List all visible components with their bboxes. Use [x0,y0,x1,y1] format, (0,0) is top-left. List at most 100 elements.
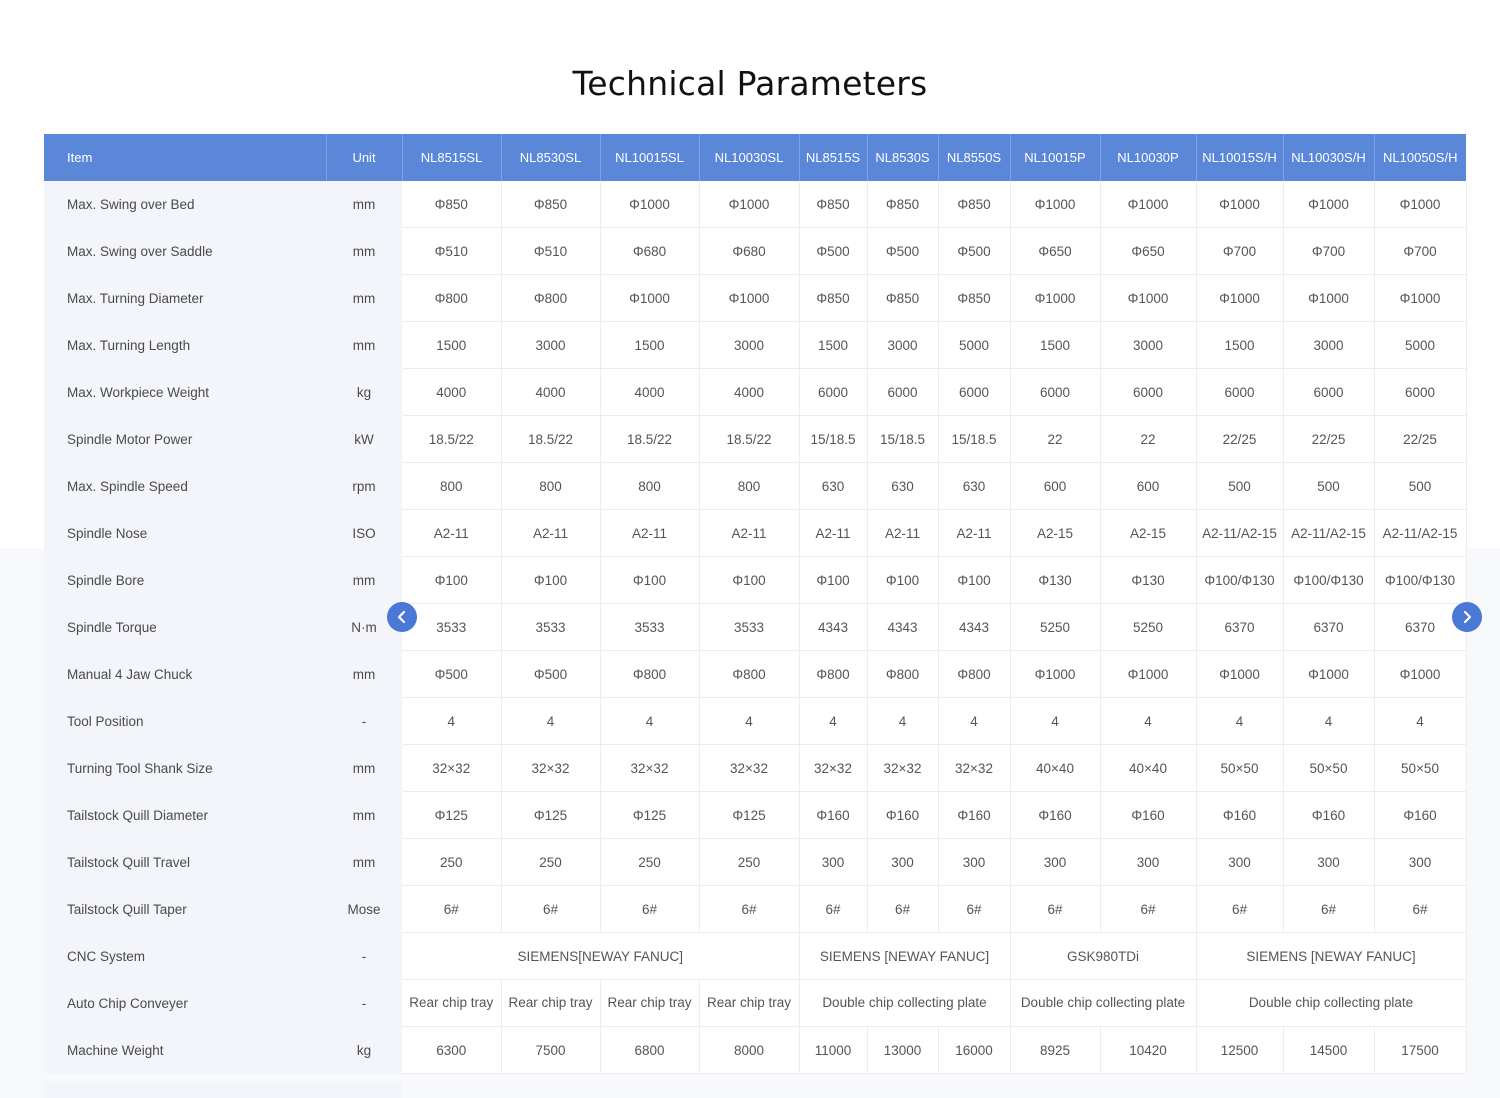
parameter-value: 4343 [799,603,868,651]
parameter-value: 18.5/22 [600,415,700,463]
parameter-value: 630 [867,462,939,510]
parameter-value: 40×40 [1010,744,1101,792]
parameter-value: 6# [799,885,868,933]
table-row: Tailstock Quill Diameter mm Φ125 Φ125 Φ125 Φ1… [44,791,1467,839]
parameter-value: 4 [402,697,502,745]
parameter-value: Φ100 [699,556,800,604]
parameter-value: 4 [1100,697,1197,745]
table-header-row: Item Unit NL8515SL NL8530SL NL10015SL NL10030… [44,134,1466,181]
parameter-value: Φ510 [501,227,601,275]
parameter-value: Φ850 [799,274,868,322]
parameter-value: 1500 [1196,321,1284,369]
parameter-value: Φ510 [402,227,502,275]
parameter-value: Φ800 [938,650,1011,698]
parameter-value: 32×32 [938,744,1011,792]
parameter-name: Tailstock Quill Diameter [44,791,326,839]
parameter-value: 630 [799,462,868,510]
parameter-value: Φ160 [1010,791,1101,839]
column-header-model: NL10030SL [699,134,800,181]
parameter-unit: mm [326,227,402,275]
parameter-value: Φ650 [1100,227,1197,275]
parameter-value: Φ1000 [699,274,800,322]
parameter-value: 6370 [1283,603,1375,651]
parameter-value: 6# [1196,885,1284,933]
parameter-value: 4000 [699,368,800,416]
parameter-value: 6000 [799,368,868,416]
parameter-value: 12500 [1196,1026,1284,1074]
table-row: Max. Turning Length mm 1500 3000 1500 3000 150… [44,321,1467,369]
parameter-value: 18.5/22 [699,415,800,463]
parameter-value: 10420 [1100,1026,1197,1074]
parameter-name: CNC System [44,932,326,980]
parameter-value: 3000 [1100,321,1197,369]
table-row: Tool Position -4 4 4 4 4 4 4 4 4 4 4 4 [44,697,1467,745]
parameter-value: 32×32 [699,744,800,792]
parameter-value: Φ125 [501,791,601,839]
parameter-value: 500 [1374,462,1467,510]
table-row: Max. Workpiece Weight kg 4000 4000 4000 4000 6… [44,368,1467,416]
parameter-value: Φ160 [1374,791,1467,839]
table-row: Max. Turning Diameter mm Φ800 Φ800 Φ1000 Φ100… [44,274,1467,322]
parameter-value: 3000 [501,321,601,369]
parameter-value: 500 [1196,462,1284,510]
parameter-value: 6000 [938,368,1011,416]
parameter-unit: mm [326,791,402,839]
parameter-unit: ISO [326,509,402,557]
parameter-value: 5250 [1100,603,1197,651]
parameter-value: 32×32 [501,744,601,792]
column-header-model: NL10015S/H [1196,134,1284,181]
parameter-value: 6000 [1100,368,1197,416]
parameter-value: 4 [938,697,1011,745]
parameter-value: 13000 [867,1026,939,1074]
parameter-value: Φ680 [699,227,800,275]
parameter-value: 1500 [600,321,700,369]
parameter-value: 300 [799,838,868,886]
parameter-value: 6370 [1196,603,1284,651]
parameter-value: 600 [1010,462,1101,510]
column-header-model: NL10015SL [600,134,700,181]
table-row: Spindle Nose ISO A2-11 A2-11 A2-11 A2-11 A2-11… [44,509,1467,557]
parameter-value: 4 [699,697,800,745]
parameter-value: A2-11 [699,509,800,557]
parameter-value: Φ160 [867,791,939,839]
parameter-value: Φ680 [600,227,700,275]
parameter-value: Φ100 [938,556,1011,604]
parameter-value: A2-11 [867,509,939,557]
parameter-name: Max. Turning Length [44,321,326,369]
parameter-value: A2-11/A2-15 [1374,509,1467,557]
parameter-value: 4 [501,697,601,745]
parameter-value: 300 [1283,838,1375,886]
parameter-value: 4 [1374,697,1467,745]
parameter-value: 4343 [867,603,939,651]
parameter-value: 6# [600,885,700,933]
parameter-value: 4 [867,697,939,745]
parameter-value: 5000 [938,321,1011,369]
parameter-value: 3533 [501,603,601,651]
parameter-value: Φ500 [938,227,1011,275]
parameter-value: Φ1000 [1374,181,1467,228]
parameter-value: 6# [1100,885,1197,933]
parameter-value: 6# [501,885,601,933]
parameter-value: 16000 [938,1026,1011,1074]
scroll-left-button[interactable] [387,602,417,632]
parameter-value: 22/25 [1374,415,1467,463]
scroll-right-button[interactable] [1452,602,1482,632]
parameter-value: Φ700 [1283,227,1375,275]
parameter-value: 5000 [1374,321,1467,369]
parameter-value: Φ100/Φ130 [1283,556,1375,604]
parameter-value: Φ500 [867,227,939,275]
parameter-value: Φ700 [1196,227,1284,275]
parameter-value: Φ800 [867,650,939,698]
parameter-value: Φ100/Φ130 [1196,556,1284,604]
parameter-value: 6000 [867,368,939,416]
parameter-value: Φ850 [867,274,939,322]
parameter-value: A2-15 [1100,509,1197,557]
parameter-value: 22/25 [1196,415,1284,463]
parameter-name: Manual 4 Jaw Chuck [44,650,326,698]
parameter-value: 250 [699,838,800,886]
table-row: Spindle Motor Power kW 18.5/22 18.5/22 18.5/… [44,415,1467,463]
parameter-value: Φ700 [1374,227,1467,275]
parameter-value: SIEMENS[NEWAY FANUC] [402,932,800,980]
parameter-value: 250 [402,838,502,886]
parameter-value: Φ1000 [1283,650,1375,698]
